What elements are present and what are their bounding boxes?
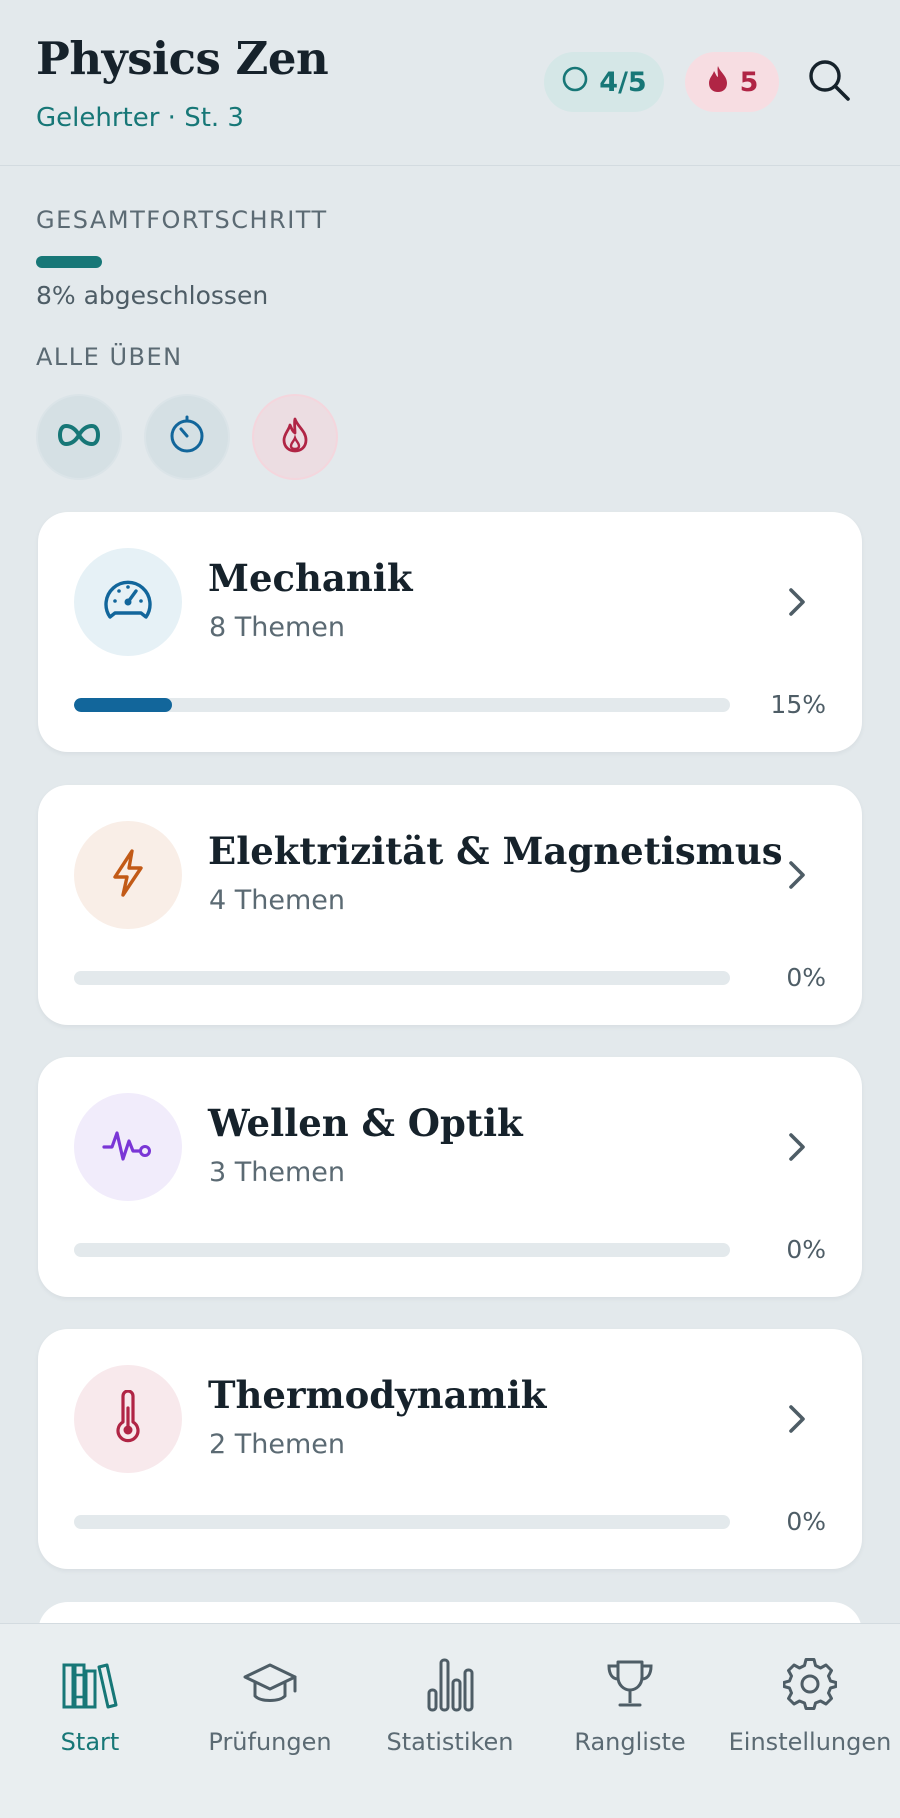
practice-timed-button[interactable]: [144, 394, 230, 480]
chevron-right-icon: [782, 1399, 812, 1439]
chevron-right-icon: [782, 582, 812, 622]
chevron-right-icon: [782, 1127, 812, 1167]
search-button[interactable]: [804, 57, 854, 107]
subject-card-mechanik[interactable]: Mechanik 8 Themen 15%: [38, 512, 862, 752]
practice-streak-button[interactable]: [252, 394, 338, 480]
subject-icon-circle: [74, 1365, 182, 1473]
trophy-icon: [600, 1654, 660, 1714]
search-icon: [806, 57, 852, 107]
books-icon: [60, 1654, 120, 1714]
nav-item-einstellungen[interactable]: Einstellungen: [720, 1654, 900, 1764]
subject-topic-count: 4 Themen: [209, 885, 346, 916]
subject-progress-bar: [74, 698, 730, 712]
subject-progress-bar: [74, 971, 730, 985]
subject-title: Wellen & Optik: [208, 1101, 523, 1145]
subject-progress-percent: 0%: [786, 1235, 826, 1264]
infinity-icon: [57, 422, 101, 452]
practice-endless-button[interactable]: [36, 394, 122, 480]
user-level: Gelehrter · St. 3: [36, 103, 244, 133]
lightning-icon: [108, 848, 148, 902]
flame-icon: [706, 64, 730, 101]
overall-progress-bar: [36, 256, 102, 268]
streak-count: 5: [739, 66, 759, 98]
chevron-right-icon: [782, 855, 812, 895]
bottom-navigation: Start Prüfungen Statistiken Rangliste Ei…: [0, 1623, 900, 1818]
overall-progress-label: GESAMTFORTSCHRITT: [36, 206, 328, 234]
nav-item-pruefungen[interactable]: Prüfungen: [180, 1654, 360, 1764]
graduation-cap-icon: [240, 1654, 300, 1714]
subject-progress-bar: [74, 1515, 730, 1529]
bar-chart-icon: [420, 1654, 480, 1714]
subject-title: Mechanik: [208, 556, 413, 600]
subject-topic-count: 2 Themen: [209, 1429, 346, 1460]
subject-progress-percent: 15%: [770, 690, 826, 719]
daily-goal-count: 4/5: [599, 66, 647, 98]
thermometer-icon: [110, 1389, 146, 1448]
subject-icon-circle: [74, 1093, 182, 1201]
practice-all-label: ALLE ÜBEN: [36, 343, 183, 371]
gear-icon: [780, 1654, 840, 1714]
app-header: Physics Zen Gelehrter · St. 3 4/5 5: [0, 0, 900, 166]
subject-icon-circle: [74, 548, 182, 656]
overall-progress-text: 8% abgeschlossen: [36, 281, 269, 310]
flame-icon: [280, 416, 310, 458]
subject-icon-circle: [74, 821, 182, 929]
nav-label: Prüfungen: [208, 1728, 332, 1756]
speedometer-icon: [101, 575, 155, 629]
nav-label: Einstellungen: [728, 1728, 892, 1756]
daily-goal-badge[interactable]: 4/5: [544, 52, 664, 112]
nav-label: Rangliste: [574, 1728, 686, 1756]
nav-label: Start: [60, 1728, 120, 1756]
subject-card-thermodynamik[interactable]: Thermodynamik 2 Themen 0%: [38, 1329, 862, 1569]
subject-progress-percent: 0%: [786, 1507, 826, 1536]
streak-badge[interactable]: 5: [685, 52, 779, 112]
nav-item-statistiken[interactable]: Statistiken: [360, 1654, 540, 1764]
nav-item-rangliste[interactable]: Rangliste: [540, 1654, 720, 1764]
wave-icon: [102, 1125, 154, 1169]
subject-progress-bar: [74, 1243, 730, 1257]
timer-icon: [167, 415, 207, 459]
subject-title: Thermodynamik: [208, 1373, 547, 1417]
subject-progress-fill: [74, 698, 173, 712]
subject-topic-count: 8 Themen: [209, 612, 346, 643]
subject-title: Elektrizität & Magnetismus: [208, 829, 783, 873]
app-title: Physics Zen: [36, 32, 329, 85]
nav-label: Statistiken: [386, 1728, 514, 1756]
subject-topic-count: 3 Themen: [209, 1157, 346, 1188]
nav-item-start[interactable]: Start: [0, 1654, 180, 1764]
subject-card-wellen-optik[interactable]: Wellen & Optik 3 Themen 0%: [38, 1057, 862, 1297]
circle-icon: [561, 65, 589, 100]
subject-card-elektrizitaet[interactable]: Elektrizität & Magnetismus 4 Themen 0%: [38, 785, 862, 1025]
subject-progress-percent: 0%: [786, 963, 826, 992]
